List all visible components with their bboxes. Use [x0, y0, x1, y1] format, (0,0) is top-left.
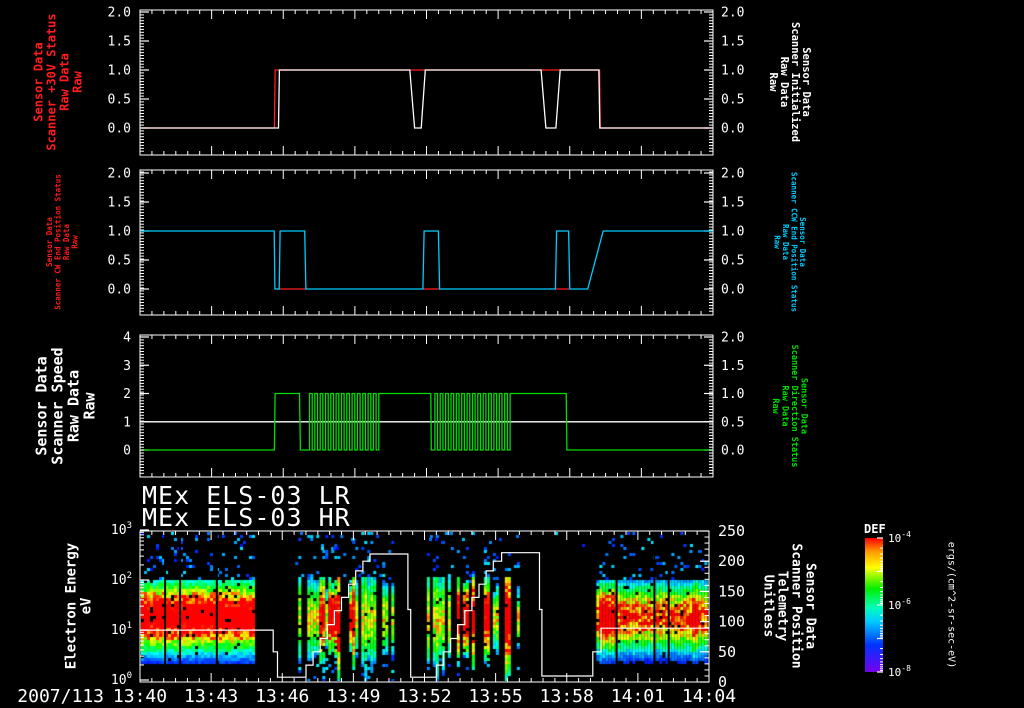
- time-tick-label: 13:55: [469, 686, 523, 707]
- plots-svg: 0.0 0.5 1.0 1.5 2.0 0.0 0.5 1.0 1.5 2.0 Sensor Dat…: [0, 0, 1024, 708]
- colorbar: DEF10-4 10-6 10-8: [864, 522, 911, 679]
- time-tick-label: 13:58: [540, 686, 594, 707]
- energy-tick-label: 103: [111, 521, 132, 538]
- panel-scanner-30v-left-axis-title-line: Raw Data: [58, 53, 72, 111]
- position-tick-label: 100: [718, 613, 745, 631]
- panel-speed-right-axis-title: Sensor DataScanner Direction StatusRaw D…: [770, 345, 809, 468]
- scanner-plus-30v-status-trace: [140, 70, 713, 128]
- position-tick-label: 50: [718, 643, 736, 661]
- ytick-right: 0.0: [721, 283, 744, 298]
- panel-speed-frame: [140, 335, 713, 477]
- scanner-position-axis-title-line: Telemetry: [774, 571, 789, 642]
- colorbar-tick-label: 10-6: [888, 597, 911, 612]
- ytick-left: 2.0: [108, 6, 131, 21]
- scanner-position-telemetry-line: [140, 553, 709, 678]
- scanner-position-axis-title: Sensor DataScanner PositionTelemetryUnit…: [760, 543, 817, 668]
- position-tick-label: 250: [718, 522, 745, 540]
- time-tick-label: 13:49: [326, 686, 380, 707]
- ytick-left: 4: [123, 331, 131, 346]
- ytick-left: 0.0: [108, 122, 131, 137]
- panel-spectrogram: 100101102103050100150200250: [111, 521, 745, 691]
- panel-scanner-30v-right-axis-title-line: Raw: [767, 73, 779, 93]
- panel-speed-right-axis-title-line: Raw: [770, 398, 780, 414]
- colorbar-tick-label: 10-8: [888, 664, 911, 679]
- ytick-left: 0.5: [108, 93, 131, 108]
- panel-scanner-30v: 0.0 0.5 1.0 1.5 2.0 0.0 0.5 1.0 1.5 2.0: [108, 6, 745, 156]
- ytick-right: 1.5: [721, 359, 744, 374]
- screenshot-root: 0.0 0.5 1.0 1.5 2.0 0.0 0.5 1.0 1.5 2.0 Sensor Dat…: [0, 0, 1024, 708]
- panel-scanner-30v-right-axis-title: Sensor DataScanner InitializedRaw DataRa…: [767, 22, 812, 142]
- spectrogram-frame: [140, 531, 709, 682]
- scanner-initialized-trace: [140, 70, 713, 128]
- electron-energy-axis-title-line: Electron Energy: [63, 542, 79, 669]
- ytick-left: 2.0: [108, 167, 131, 182]
- ytick-left: 0.5: [108, 254, 131, 269]
- ytick-right: 0.5: [721, 415, 744, 430]
- ytick-left: 1.5: [108, 35, 131, 50]
- ytick-right: 1.0: [721, 387, 744, 402]
- ytick-right: 1.5: [721, 196, 744, 211]
- scanner-ccw-end-position-trace: [140, 231, 713, 289]
- scanner-position-axis-title-line: Unitless: [760, 575, 775, 638]
- spectrogram-title-hr: MEx ELS-03 HR: [142, 503, 351, 532]
- scanner-position-axis-title-line: Sensor Data: [802, 563, 817, 649]
- colorbar-tick-label: 10-4: [888, 530, 911, 545]
- ytick-right: 2.0: [721, 6, 744, 21]
- panel-speed-right-axis-title-line: Sensor Data: [798, 378, 808, 434]
- colorbar-title: DEF: [864, 522, 886, 536]
- colorbar-unit-label: ergs/(cm^2-sr-sec-eV): [946, 542, 957, 668]
- ytick-left: 1: [123, 415, 131, 430]
- panel-end-position-right-axis-title: Sensor DataScanner CCW End Position Stat…: [773, 172, 808, 312]
- ytick-left: 3: [123, 359, 131, 374]
- panel-speed-right-axis-title-line: Scanner Direction Status: [789, 345, 800, 468]
- ytick-right: 1.5: [721, 35, 744, 50]
- ytick-right: 2.0: [721, 331, 744, 346]
- time-tick-label: 13:46: [255, 686, 309, 707]
- date-label: 2007/113: [17, 686, 104, 707]
- time-tick-label: 14:01: [611, 686, 665, 707]
- position-tick-label: 150: [718, 582, 745, 600]
- panel-end-position-left-axis-title-line: Raw: [70, 235, 79, 249]
- panel-speed-left-axis-title-line: Raw: [80, 391, 98, 419]
- panel-end-position: 0.0 0.5 1.0 1.5 2.0 0.0 0.5 1.0 1.5 2.0: [108, 167, 745, 316]
- ytick-left: 1.0: [108, 64, 131, 79]
- energy-tick-label: 102: [111, 571, 132, 588]
- ytick-right: 1.0: [721, 225, 744, 240]
- panel-scanner-30v-left-axis-title-line: Scanner +30V Status: [45, 13, 59, 150]
- ytick-right: 0.0: [721, 444, 744, 459]
- time-tick-label: 14:04: [682, 686, 736, 707]
- panel-speed-right-axis-title-line: Raw Data: [779, 386, 789, 427]
- panel-scanner-30v-left-axis-title-line: Raw: [71, 70, 85, 92]
- ytick-right: 0.5: [721, 254, 744, 269]
- ytick-left: 2: [123, 387, 131, 402]
- colorbar-unit-text: ergs/(cm^2-sr-sec-eV): [946, 542, 957, 668]
- electron-energy-axis-title: Electron EnergyeV: [63, 542, 94, 669]
- time-tick-label: 13:40: [113, 686, 167, 707]
- ytick-left: 0.0: [108, 283, 131, 298]
- ytick-left: 1.5: [108, 196, 131, 211]
- ytick-right: 0.0: [721, 122, 744, 137]
- panel-end-position-right-axis-title-line: Raw: [773, 235, 782, 249]
- time-axis: 2007/113 13:40 13:43 13:46 13:49 13:52 13:55 13…: [17, 686, 736, 707]
- time-tick-label: 13:43: [184, 686, 238, 707]
- panel-end-position-frame: [140, 170, 713, 315]
- panel-scanner-30v-frame: [140, 10, 713, 155]
- panel-speed: 0 1 2 3 4 0.0 0.5 1.0 1.5 2.0: [123, 331, 744, 478]
- ytick-right: 2.0: [721, 167, 744, 182]
- scanner-position-axis-title-line: Scanner Position: [788, 543, 803, 668]
- panel-scanner-30v-left-axis-title-line: Sensor Data: [32, 42, 46, 121]
- energy-tick-label: 101: [111, 621, 132, 638]
- time-tick-label: 13:52: [397, 686, 451, 707]
- panel-speed-left-axis-title: Sensor DataScanner SpeedRaw DataRaw: [32, 347, 98, 464]
- ytick-right: 1.0: [721, 64, 744, 79]
- panel-end-position-left-axis-title: Sensor DataScanner CW End Position Statu…: [45, 174, 80, 309]
- ytick-right: 0.5: [721, 93, 744, 108]
- panel-scanner-30v-left-axis-title: Sensor DataScanner +30V StatusRaw DataRa…: [32, 13, 85, 150]
- electron-energy-axis-title-line: eV: [78, 597, 94, 614]
- ytick-left: 1.0: [108, 225, 131, 240]
- ytick-left: 0: [123, 444, 131, 459]
- position-tick-label: 200: [718, 552, 745, 570]
